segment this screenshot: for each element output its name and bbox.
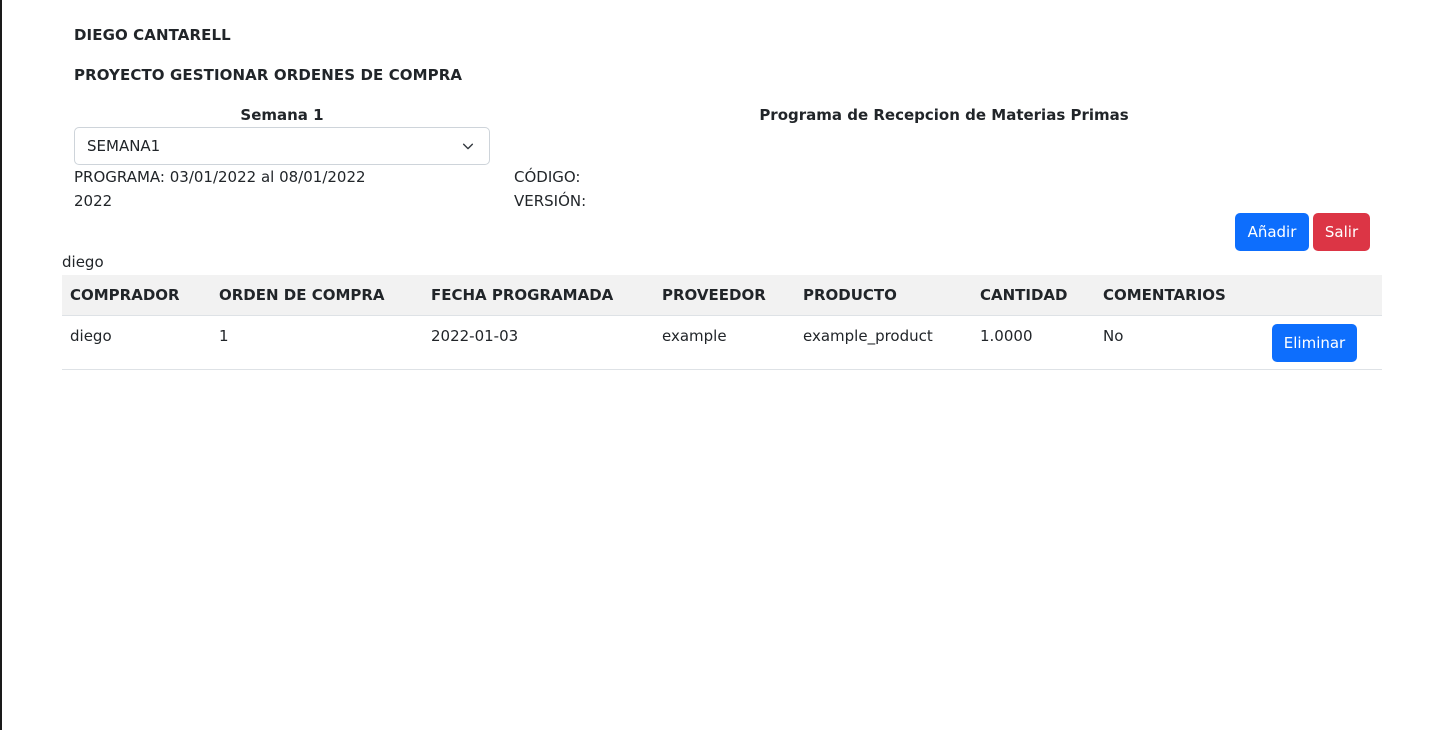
add-button[interactable]: Añadir bbox=[1235, 213, 1309, 251]
col-header-proveedor: PROVEEDOR bbox=[654, 275, 795, 316]
orders-table: COMPRADOR ORDEN DE COMPRA FECHA PROGRAMA… bbox=[62, 275, 1382, 370]
cell-fecha: 2022-01-03 bbox=[431, 326, 519, 345]
cell-actions: Eliminar bbox=[1258, 315, 1382, 369]
col-header-comprador: COMPRADOR bbox=[62, 275, 211, 316]
table-header-row: COMPRADOR ORDEN DE COMPRA FECHA PROGRAMA… bbox=[62, 275, 1382, 316]
orders-table-container: COMPRADOR ORDEN DE COMPRA FECHA PROGRAMA… bbox=[62, 275, 1382, 370]
program-year: 2022 bbox=[74, 192, 113, 210]
page: DIEGO CANTARELL PROYECTO GESTIONAR ORDEN… bbox=[0, 0, 1441, 730]
current-user: diego bbox=[62, 253, 104, 271]
col-header-fecha: FECHA PROGRAMADA bbox=[423, 275, 654, 316]
owner-name: DIEGO CANTARELL bbox=[74, 26, 231, 44]
project-title: PROYECTO GESTIONAR ORDENES DE COMPRA bbox=[74, 66, 463, 84]
cell-orden: 1 bbox=[219, 326, 229, 345]
version-label: VERSIÓN: bbox=[514, 192, 587, 210]
program-info: PROGRAMA: 03/01/2022 al 08/01/2022 2022 bbox=[74, 165, 366, 213]
week-select-value: SEMANA1 bbox=[87, 137, 161, 155]
cell-comentarios: No bbox=[1103, 326, 1124, 345]
cell-proveedor: example bbox=[662, 326, 727, 345]
col-header-orden: ORDEN DE COMPRA bbox=[211, 275, 423, 316]
code-label: CÓDIGO: bbox=[514, 168, 581, 186]
delete-button[interactable]: Eliminar bbox=[1272, 323, 1357, 362]
col-header-producto: PRODUCTO bbox=[795, 275, 972, 316]
program-title: Programa de Recepcion de Materias Primas bbox=[759, 106, 1129, 124]
table-row: diego 1 2022-01-03 example example_produ… bbox=[62, 315, 1382, 369]
cell-cantidad: 1.0000 bbox=[980, 326, 1033, 345]
col-header-cantidad: CANTIDAD bbox=[972, 275, 1095, 316]
week-select[interactable]: SEMANA1 bbox=[74, 127, 490, 165]
col-header-comentarios: COMENTARIOS bbox=[1095, 275, 1258, 316]
week-title: Semana 1 bbox=[240, 106, 324, 124]
cell-producto: example_product bbox=[803, 326, 933, 345]
program-dates: PROGRAMA: 03/01/2022 al 08/01/2022 bbox=[74, 168, 366, 186]
week-selector-group: Semana 1 SEMANA1 bbox=[74, 106, 490, 165]
col-header-actions bbox=[1258, 275, 1382, 316]
cell-comprador: diego bbox=[70, 326, 112, 345]
exit-button[interactable]: Salir bbox=[1313, 213, 1370, 251]
document-info: CÓDIGO: VERSIÓN: bbox=[514, 165, 586, 213]
chevron-down-icon bbox=[462, 143, 474, 150]
